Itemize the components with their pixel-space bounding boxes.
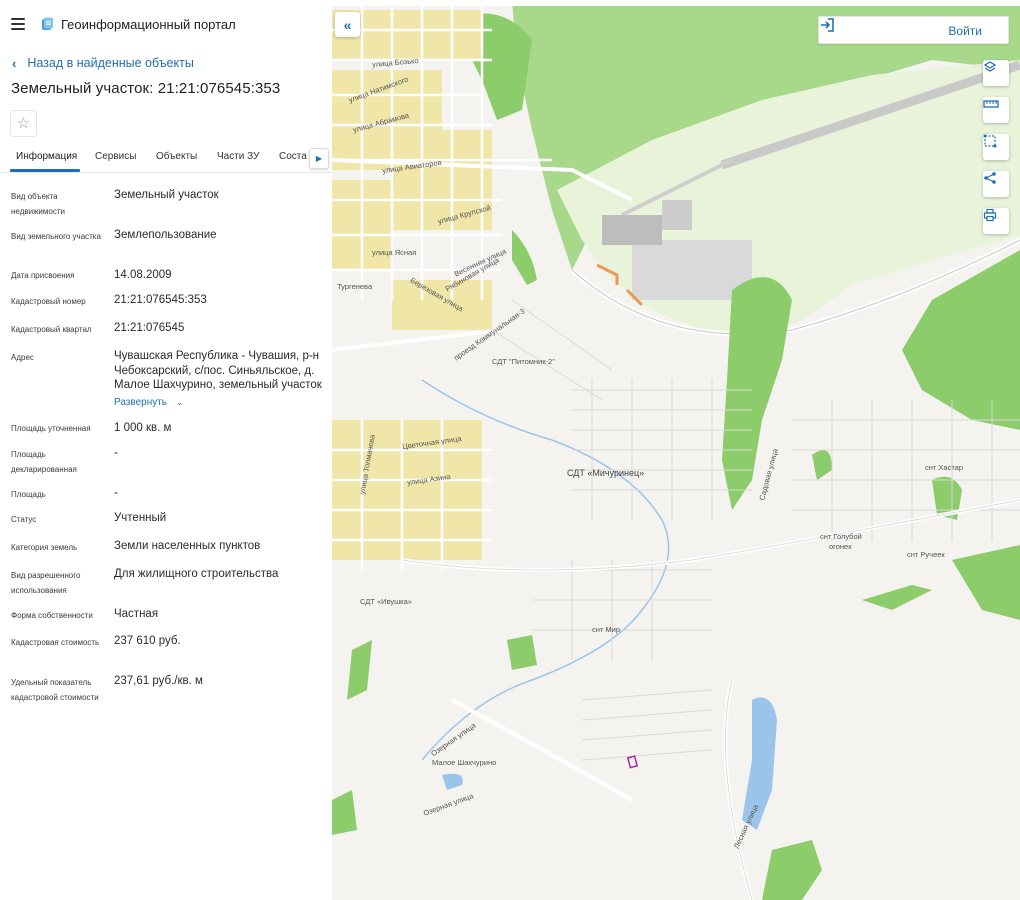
double-chevron-left-icon: « bbox=[343, 16, 352, 33]
area-select-button[interactable] bbox=[983, 134, 1009, 160]
prop-label-unit-value: Удельный показатель кадастровой стоимост… bbox=[11, 678, 99, 702]
portal-logo-icon bbox=[42, 17, 53, 30]
star-icon: ☆ bbox=[16, 115, 31, 132]
tab-services[interactable]: Сервисы bbox=[95, 151, 136, 162]
map-label-goluboy-2: огонек bbox=[829, 542, 852, 551]
prop-label-area-declared: Площадь декларированная bbox=[11, 450, 77, 474]
map-label-ruchek: снт Ручеек bbox=[907, 550, 945, 559]
airport-apron bbox=[602, 215, 662, 245]
prop-label-cadastral-value: Кадастровая стоимость bbox=[11, 638, 100, 647]
prop-value-area-specified: 1 000 кв. м bbox=[114, 422, 172, 434]
prop-value-permitted-use: Для жилищного строительства bbox=[114, 568, 279, 580]
measure-button[interactable] bbox=[983, 97, 1009, 123]
chevron-left-icon: ‹ bbox=[12, 55, 17, 71]
prop-value-cadastral-number: 21:21:076545:353 bbox=[114, 294, 207, 306]
forest-patch bbox=[812, 450, 832, 480]
forest-patch bbox=[332, 790, 357, 835]
back-label: Назад в найденные объекты bbox=[27, 56, 194, 70]
layers-icon bbox=[983, 61, 997, 72]
favorite-button[interactable]: ☆ bbox=[10, 110, 37, 137]
prop-value-area: - bbox=[114, 487, 118, 499]
map-label-mir: снт Мир bbox=[592, 625, 621, 634]
forest-patch bbox=[902, 250, 1020, 430]
prop-label-permitted-use: Вид разрешенного использования bbox=[11, 571, 81, 595]
share-icon bbox=[984, 172, 996, 184]
active-tab-indicator bbox=[10, 169, 80, 172]
prop-label-ownership: Форма собственности bbox=[11, 611, 93, 620]
map-label-ivushka: СДТ «Ивушка» bbox=[360, 597, 412, 606]
selected-parcel bbox=[626, 755, 639, 769]
prop-value-address: Чувашская Республика - Чувашия, р-н Чебо… bbox=[114, 350, 322, 391]
back-to-results-link[interactable]: ‹ Назад в найденные объекты bbox=[12, 54, 194, 72]
prop-value-object-type: Земельный участок bbox=[114, 189, 219, 201]
login-label: Войти bbox=[948, 24, 982, 38]
app-title: Геоинформационный портал bbox=[61, 17, 236, 32]
map-label-goluboy: снт Голубой bbox=[820, 532, 862, 541]
prop-label-land-category: Категория земель bbox=[11, 543, 78, 552]
tab-information[interactable]: Информация bbox=[16, 151, 77, 162]
prop-value-ownership: Частная bbox=[114, 608, 159, 620]
collapse-panel-button[interactable]: « bbox=[335, 12, 360, 37]
prop-value-assigned-date: 14.08.2009 bbox=[114, 269, 172, 281]
info-panel: Геоинформационный портал ‹ Назад в найде… bbox=[0, 0, 332, 900]
tab-bar: Информация Сервисы Объекты Части ЗУ Сост… bbox=[0, 145, 332, 173]
chevron-down-icon: ⌄ bbox=[175, 397, 184, 407]
map-view[interactable]: СДТ «Мичуринец» СДТ "Питомник-2" СДТ «Ив… bbox=[332, 0, 1020, 900]
layers-button[interactable] bbox=[983, 60, 1009, 86]
tab-scroll-button[interactable]: ▶ bbox=[309, 148, 329, 169]
prop-label-area-specified: Площадь уточненная bbox=[11, 424, 91, 433]
prop-label-cadastral-number: Кадастровый номер bbox=[11, 297, 86, 306]
area-select-icon bbox=[983, 134, 997, 148]
tab-parts[interactable]: Части ЗУ bbox=[217, 151, 259, 162]
prop-label-parcel-type: Вид земельного участка bbox=[11, 232, 101, 241]
expand-address-link[interactable]: Развернуть ⌄ bbox=[114, 397, 183, 408]
forest-patch bbox=[952, 545, 1020, 620]
prop-label-cadastral-quarter: Кадастровый квартал bbox=[11, 325, 92, 334]
prop-label-assigned-date: Дата присвоения bbox=[11, 271, 75, 280]
prop-value-cadastral-value: 237 610 руб. bbox=[114, 635, 181, 647]
printer-icon bbox=[983, 208, 997, 222]
chevron-right-icon: ▶ bbox=[315, 154, 323, 163]
prop-value-land-category: Земли населенных пунктов bbox=[114, 540, 261, 552]
expand-label: Развернуть bbox=[114, 397, 168, 408]
map-label-michurinets: СДТ «Мичуринец» bbox=[567, 468, 645, 478]
prop-value-cadastral-quarter: 21:21:076545 bbox=[114, 322, 185, 334]
map-label-yasnaya: улица Ясная bbox=[372, 248, 417, 257]
forest-patch bbox=[512, 230, 537, 285]
forest-patch bbox=[862, 585, 932, 610]
map-top-border bbox=[332, 0, 1020, 6]
forest-patch bbox=[507, 635, 537, 670]
prop-label-status: Статус bbox=[11, 515, 37, 524]
prop-value-status: Учтенный bbox=[114, 512, 167, 524]
ruler-icon bbox=[983, 100, 999, 108]
lake bbox=[442, 773, 463, 790]
sign-in-icon bbox=[821, 18, 834, 32]
map-label-turgeneva: Тургенева bbox=[337, 282, 373, 291]
roads-edge bbox=[401, 499, 1020, 900]
prop-value-area-declared: - bbox=[114, 447, 118, 459]
prop-value-unit-value: 237,61 руб./кв. м bbox=[114, 675, 203, 687]
map-label-khastar: снт Хастар bbox=[925, 463, 964, 472]
forest-patch bbox=[722, 277, 792, 510]
prop-label-area: Площадь bbox=[11, 490, 46, 499]
hamburger-icon[interactable] bbox=[11, 18, 25, 30]
page-title: Земельный участок: 21:21:076545:353 bbox=[11, 80, 281, 97]
tab-composition[interactable]: Соста bbox=[279, 151, 307, 162]
forest-patch bbox=[762, 840, 822, 900]
tab-objects[interactable]: Объекты bbox=[156, 151, 197, 162]
share-button[interactable] bbox=[983, 171, 1009, 197]
prop-value-parcel-type: Землепользование bbox=[114, 229, 217, 241]
app-header: Геоинформационный портал bbox=[0, 8, 332, 42]
map-label-pitomnik: СДТ "Питомник-2" bbox=[492, 357, 555, 366]
prop-label-address: Адрес bbox=[11, 353, 34, 362]
login-button[interactable]: Войти bbox=[818, 16, 1009, 44]
print-button[interactable] bbox=[983, 208, 1009, 234]
map-label-maloe-shakhchurino: Малое Шахчурино bbox=[432, 758, 497, 767]
airport-building bbox=[662, 200, 692, 230]
prop-label-object-type: Вид объекта недвижимости bbox=[11, 192, 65, 216]
forest-patch bbox=[347, 640, 372, 700]
